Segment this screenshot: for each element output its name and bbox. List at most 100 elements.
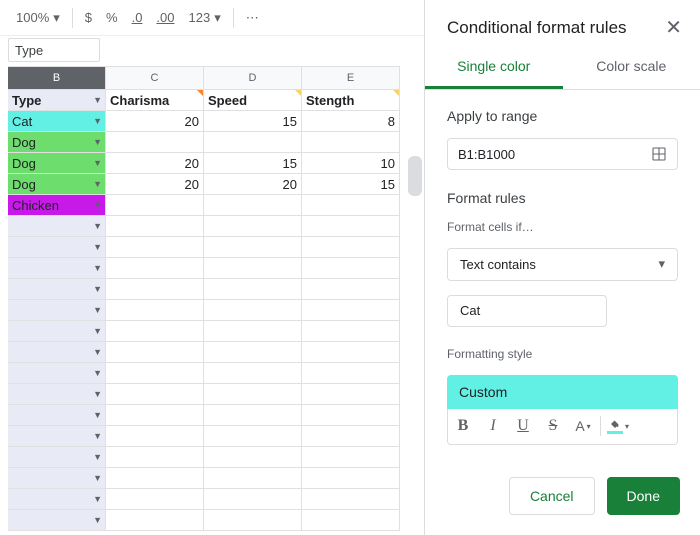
cell[interactable] (302, 468, 400, 489)
cell[interactable] (302, 216, 400, 237)
condition-value-input[interactable]: Cat (447, 295, 607, 327)
dropdown-icon[interactable]: ▼ (93, 326, 102, 336)
dropdown-icon[interactable]: ▼ (93, 179, 102, 189)
condition-select[interactable]: Text contains ▾ (447, 248, 678, 280)
cell[interactable] (302, 447, 400, 468)
cell[interactable]: Dog▼ (8, 132, 106, 153)
cell[interactable] (204, 405, 302, 426)
cell[interactable]: 20 (204, 174, 302, 195)
cell[interactable] (204, 384, 302, 405)
cell[interactable] (106, 384, 204, 405)
cell[interactable]: Dog▼ (8, 174, 106, 195)
increase-decimal-button[interactable]: .00 (150, 4, 180, 32)
cell[interactable]: ▼ (8, 342, 106, 363)
col-header-c[interactable]: C (106, 66, 204, 90)
range-input[interactable]: B1:B1000 (447, 138, 678, 170)
cell[interactable] (106, 342, 204, 363)
cell[interactable] (302, 384, 400, 405)
cell[interactable] (302, 489, 400, 510)
col-header-e[interactable]: E (302, 66, 400, 90)
cell[interactable]: 20 (106, 174, 204, 195)
dropdown-icon[interactable]: ▼ (93, 515, 102, 525)
dropdown-icon[interactable]: ▼ (93, 389, 102, 399)
cell[interactable] (302, 300, 400, 321)
cell[interactable] (106, 279, 204, 300)
cell[interactable] (106, 405, 204, 426)
cell[interactable]: ▼ (8, 426, 106, 447)
cell[interactable]: 20 (106, 153, 204, 174)
cell[interactable] (204, 489, 302, 510)
dropdown-icon[interactable]: ▼ (93, 200, 102, 210)
cell[interactable] (106, 132, 204, 153)
tab-color-scale[interactable]: Color scale (563, 46, 700, 89)
col-header-b[interactable]: B (8, 66, 106, 90)
more-toolbar-button[interactable]: ⋯ (240, 4, 265, 32)
spreadsheet-grid[interactable]: B C D E Type▼CharismaSpeedStengthCat▼201… (0, 66, 424, 535)
percent-button[interactable]: % (100, 4, 124, 32)
cell[interactable] (106, 258, 204, 279)
cell[interactable]: Charisma (106, 90, 204, 111)
cell[interactable] (302, 405, 400, 426)
dropdown-icon[interactable]: ▼ (93, 305, 102, 315)
cell[interactable] (204, 195, 302, 216)
cell[interactable] (204, 342, 302, 363)
zoom-dropdown[interactable]: 100%▾ (10, 4, 66, 32)
dropdown-icon[interactable]: ▼ (93, 263, 102, 273)
cell[interactable]: Type▼ (8, 90, 106, 111)
cell[interactable]: ▼ (8, 258, 106, 279)
strikethrough-button[interactable]: S (538, 409, 568, 444)
cell[interactable] (302, 237, 400, 258)
cell[interactable] (302, 321, 400, 342)
cell[interactable]: ▼ (8, 300, 106, 321)
cell[interactable] (204, 426, 302, 447)
dropdown-icon[interactable]: ▼ (93, 116, 102, 126)
cell[interactable]: 15 (204, 153, 302, 174)
cell[interactable]: Stength (302, 90, 400, 111)
cell[interactable] (106, 237, 204, 258)
cell[interactable] (106, 195, 204, 216)
cell[interactable]: ▼ (8, 279, 106, 300)
cell[interactable] (302, 510, 400, 531)
dropdown-icon[interactable]: ▼ (93, 410, 102, 420)
cell[interactable]: Chicken▼ (8, 195, 106, 216)
cell[interactable]: 15 (204, 111, 302, 132)
dropdown-icon[interactable]: ▼ (93, 221, 102, 231)
cell[interactable]: ▼ (8, 447, 106, 468)
cell[interactable]: ▼ (8, 489, 106, 510)
cell[interactable]: ▼ (8, 363, 106, 384)
decrease-decimal-button[interactable]: .0 (126, 4, 149, 32)
cell[interactable] (302, 426, 400, 447)
italic-button[interactable]: I (478, 409, 508, 444)
cell[interactable] (106, 363, 204, 384)
col-header-d[interactable]: D (204, 66, 302, 90)
text-color-button[interactable]: A▾ (568, 409, 598, 444)
cell[interactable] (106, 468, 204, 489)
cancel-button[interactable]: Cancel (509, 477, 595, 515)
cell[interactable] (302, 195, 400, 216)
dropdown-icon[interactable]: ▼ (93, 431, 102, 441)
dropdown-icon[interactable]: ▼ (93, 242, 102, 252)
cell[interactable] (106, 321, 204, 342)
cell[interactable] (204, 447, 302, 468)
dropdown-icon[interactable]: ▼ (93, 347, 102, 357)
cell[interactable]: ▼ (8, 216, 106, 237)
cell[interactable]: 10 (302, 153, 400, 174)
cell[interactable] (204, 279, 302, 300)
currency-button[interactable]: $ (79, 4, 98, 32)
cell[interactable]: 20 (106, 111, 204, 132)
bold-button[interactable]: B (448, 409, 478, 444)
cell[interactable] (204, 132, 302, 153)
cell[interactable] (204, 258, 302, 279)
cell[interactable] (204, 237, 302, 258)
tab-single-color[interactable]: Single color (425, 46, 563, 89)
dropdown-icon[interactable]: ▼ (93, 473, 102, 483)
dropdown-icon[interactable]: ▼ (93, 368, 102, 378)
cell[interactable] (204, 321, 302, 342)
cell[interactable]: ▼ (8, 321, 106, 342)
close-icon[interactable]: ✕ (665, 18, 682, 38)
cell[interactable] (204, 468, 302, 489)
cell[interactable] (302, 258, 400, 279)
cell[interactable]: Cat▼ (8, 111, 106, 132)
cell[interactable]: 8 (302, 111, 400, 132)
cell[interactable] (106, 216, 204, 237)
